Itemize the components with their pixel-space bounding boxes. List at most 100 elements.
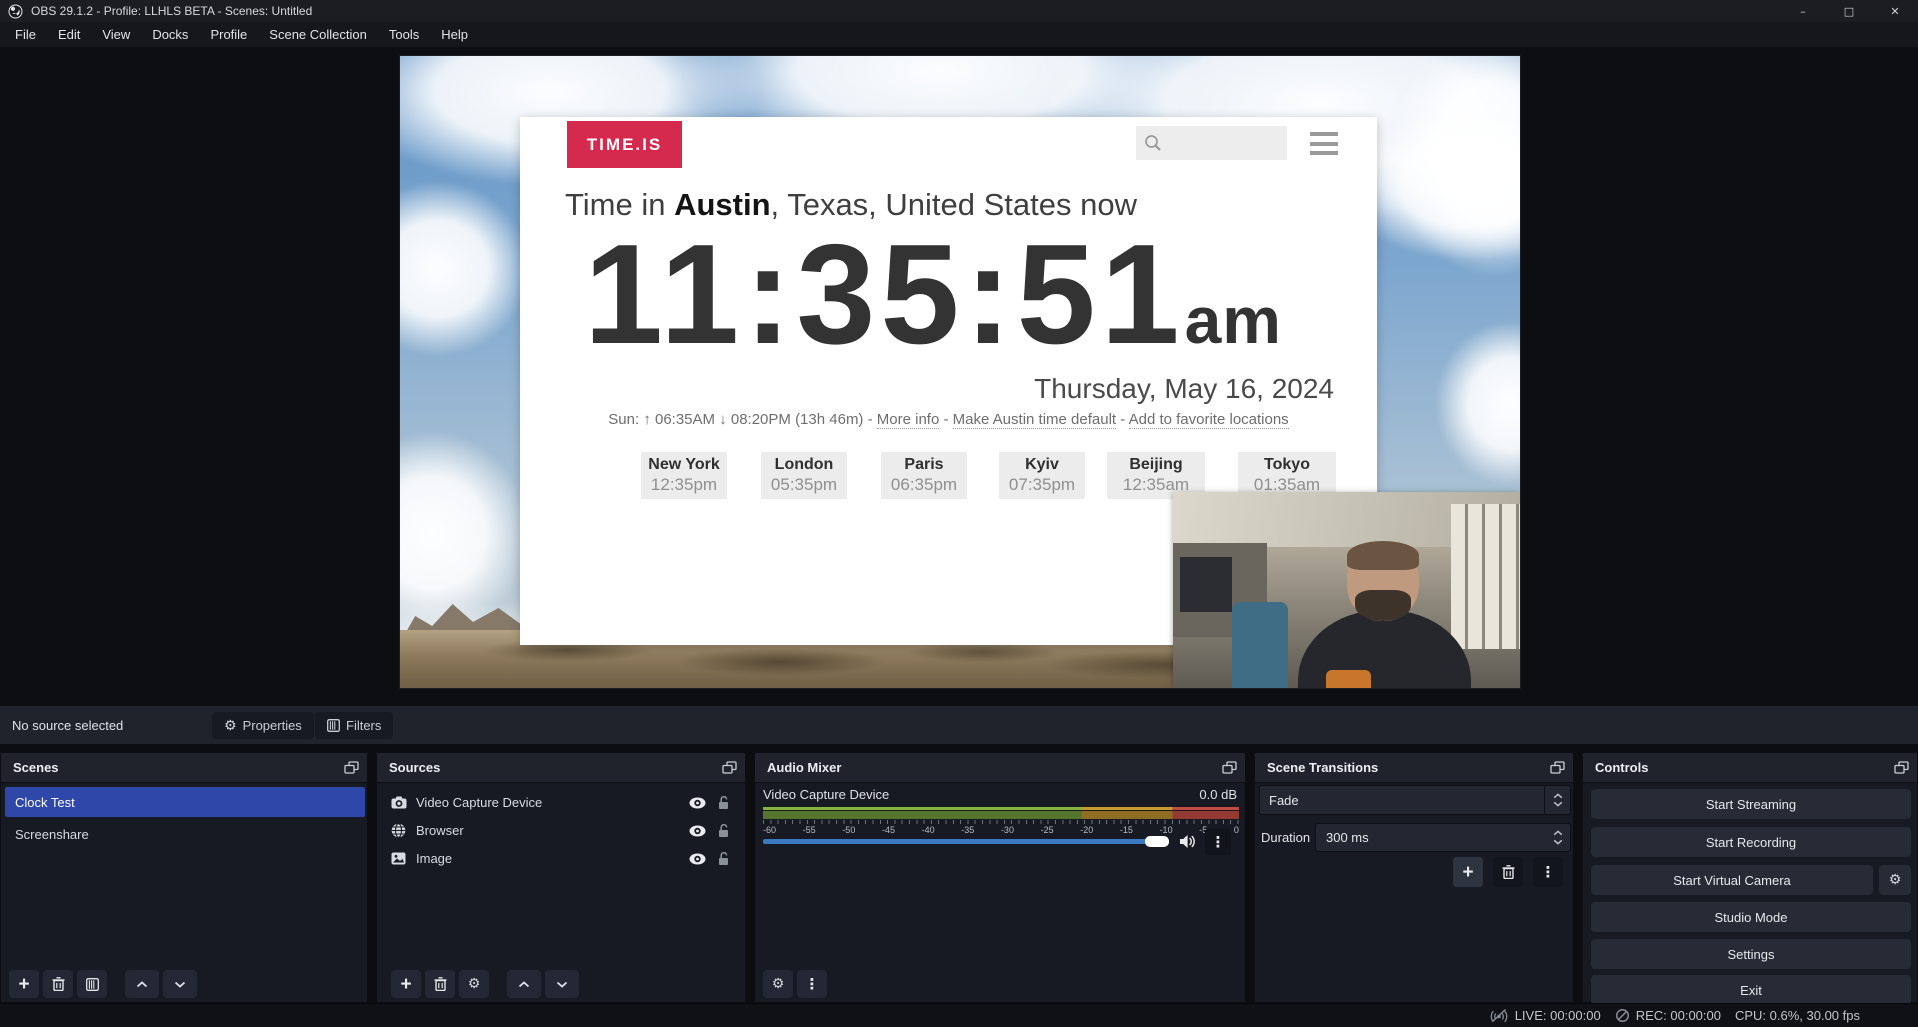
- remove-scene-button[interactable]: [43, 970, 73, 998]
- virtual-camera-settings-button[interactable]: ⚙: [1879, 865, 1911, 895]
- volume-meter: [763, 807, 1239, 819]
- chevron-up-icon: [1553, 793, 1563, 799]
- scene-preview-canvas[interactable]: TIME.IS Time in Austin, Texas, United St…: [400, 56, 1520, 688]
- city-time-newyork: New York12:35pm: [641, 452, 727, 499]
- menu-edit[interactable]: Edit: [47, 22, 91, 47]
- spinner-chevrons[interactable]: [1546, 830, 1570, 845]
- live-status: LIVE: 00:00:00: [1489, 1008, 1601, 1023]
- stream-inactive-icon: [1489, 1008, 1509, 1023]
- scene-transitions-panel-header: Scene Transitions: [1255, 753, 1573, 783]
- webcam-window: [1451, 504, 1520, 649]
- clock-ampm: am: [1185, 283, 1282, 357]
- source-row-video-capture[interactable]: Video Capture Device: [377, 789, 745, 816]
- transition-menu-button[interactable]: ⋮: [1533, 857, 1563, 887]
- city-time-kyiv: Kyiv07:35pm: [999, 452, 1085, 499]
- visibility-eye-icon[interactable]: [689, 797, 706, 809]
- scenes-toolbar: +: [9, 970, 201, 998]
- transition-select[interactable]: Fade: [1259, 785, 1571, 815]
- webcam-chair: [1232, 602, 1288, 688]
- menu-docks[interactable]: Docks: [141, 22, 199, 47]
- move-source-up-button[interactable]: [507, 970, 541, 998]
- menu-tools[interactable]: Tools: [378, 22, 430, 47]
- trash-icon: [1502, 865, 1515, 879]
- cpu-fps-status: CPU: 0.6%, 30.00 fps: [1735, 1008, 1860, 1023]
- speaker-icon[interactable]: [1179, 834, 1197, 854]
- menu-profile[interactable]: Profile: [199, 22, 258, 47]
- duration-spinner[interactable]: 300 ms: [1315, 823, 1571, 852]
- move-scene-down-button[interactable]: [163, 970, 197, 998]
- lock-icon[interactable]: [717, 795, 730, 810]
- studio-mode-button[interactable]: Studio Mode: [1591, 902, 1911, 932]
- trash-icon: [434, 977, 447, 991]
- mixer-menu-button[interactable]: ⋮: [797, 970, 827, 998]
- exit-button[interactable]: Exit: [1591, 975, 1911, 1005]
- popout-icon[interactable]: [1222, 761, 1237, 774]
- visibility-eye-icon[interactable]: [689, 825, 706, 837]
- popout-icon[interactable]: [1894, 761, 1909, 774]
- move-source-down-button[interactable]: [545, 970, 579, 998]
- start-streaming-button[interactable]: Start Streaming: [1591, 789, 1911, 819]
- maximize-button[interactable]: □: [1826, 0, 1872, 22]
- chevron-down-icon: [174, 981, 186, 988]
- source-row-browser[interactable]: Browser: [377, 817, 745, 844]
- globe-icon: [391, 823, 408, 838]
- close-button[interactable]: ✕: [1872, 0, 1918, 22]
- add-transition-button[interactable]: +: [1453, 857, 1483, 887]
- audio-mixer-panel-header: Audio Mixer: [755, 753, 1245, 783]
- visibility-eye-icon[interactable]: [689, 853, 706, 865]
- source-properties-button[interactable]: ⚙: [459, 970, 489, 998]
- kebab-icon: ⋮: [1541, 865, 1556, 880]
- mixer-channel-name: Video Capture Device: [763, 787, 889, 802]
- filter-icon: [86, 978, 99, 991]
- scene-filters-button[interactable]: [77, 970, 107, 998]
- controls-panel: Controls Start Streaming Start Recording…: [1582, 752, 1918, 1003]
- start-recording-button[interactable]: Start Recording: [1591, 827, 1911, 857]
- channel-menu-button[interactable]: ⋮: [1205, 829, 1231, 855]
- webcam-person-beard: [1355, 590, 1411, 621]
- menu-view[interactable]: View: [91, 22, 141, 47]
- source-row-image[interactable]: Image: [377, 845, 745, 872]
- source-status-text: No source selected: [12, 718, 123, 733]
- start-virtual-camera-button[interactable]: Start Virtual Camera: [1591, 865, 1873, 895]
- controls-title: Controls: [1595, 760, 1648, 775]
- menu-file[interactable]: File: [4, 22, 47, 47]
- lock-icon[interactable]: [717, 851, 730, 866]
- scene-item-clock-test[interactable]: Clock Test: [5, 787, 365, 817]
- remove-transition-button[interactable]: [1493, 857, 1523, 887]
- duration-label: Duration: [1261, 830, 1310, 845]
- menu-scene-collection[interactable]: Scene Collection: [258, 22, 378, 47]
- filters-button[interactable]: Filters: [315, 712, 393, 739]
- popout-icon[interactable]: [344, 761, 359, 774]
- remove-source-button[interactable]: [425, 970, 455, 998]
- volume-slider-handle[interactable]: [1145, 836, 1169, 847]
- volume-slider-track[interactable]: [763, 839, 1169, 844]
- advanced-audio-button[interactable]: ⚙: [763, 970, 793, 998]
- move-scene-up-button[interactable]: [125, 970, 159, 998]
- add-source-button[interactable]: +: [391, 970, 421, 998]
- webcam-source[interactable]: [1173, 492, 1520, 688]
- mixer-level-db: 0.0 dB: [1199, 787, 1237, 802]
- chevron-up-icon: [136, 981, 148, 988]
- lock-icon[interactable]: [717, 823, 730, 838]
- properties-button[interactable]: ⚙ Properties: [212, 712, 314, 739]
- source-toolbar: No source selected ⚙ Properties Filters: [0, 706, 1918, 744]
- add-scene-button[interactable]: +: [9, 970, 39, 998]
- chevron-up-icon: [518, 981, 530, 988]
- search-icon: [1144, 134, 1162, 152]
- timeis-search-box: [1136, 126, 1287, 160]
- audio-mixer-panel: Audio Mixer Video Capture Device 0.0 dB …: [754, 752, 1246, 1003]
- popout-icon[interactable]: [1550, 761, 1565, 774]
- kebab-icon: ⋮: [805, 977, 820, 992]
- scene-transitions-panel: Scene Transitions Fade Duration 300 ms +…: [1254, 752, 1574, 1003]
- popout-icon[interactable]: [722, 761, 737, 774]
- webcam-person-body: [1298, 610, 1472, 688]
- webcam-orange-object: [1326, 670, 1371, 688]
- webcam-person-hair: [1347, 541, 1420, 570]
- menu-help[interactable]: Help: [430, 22, 479, 47]
- settings-button[interactable]: Settings: [1591, 939, 1911, 969]
- trash-icon: [52, 977, 65, 991]
- select-chevrons: [1544, 786, 1570, 814]
- scene-item-screenshare[interactable]: Screenshare: [5, 819, 365, 849]
- minimize-button[interactable]: –: [1780, 0, 1826, 22]
- meter-scale: -60-55-50-45-40-35-30-25-20-15-10-50: [763, 820, 1239, 835]
